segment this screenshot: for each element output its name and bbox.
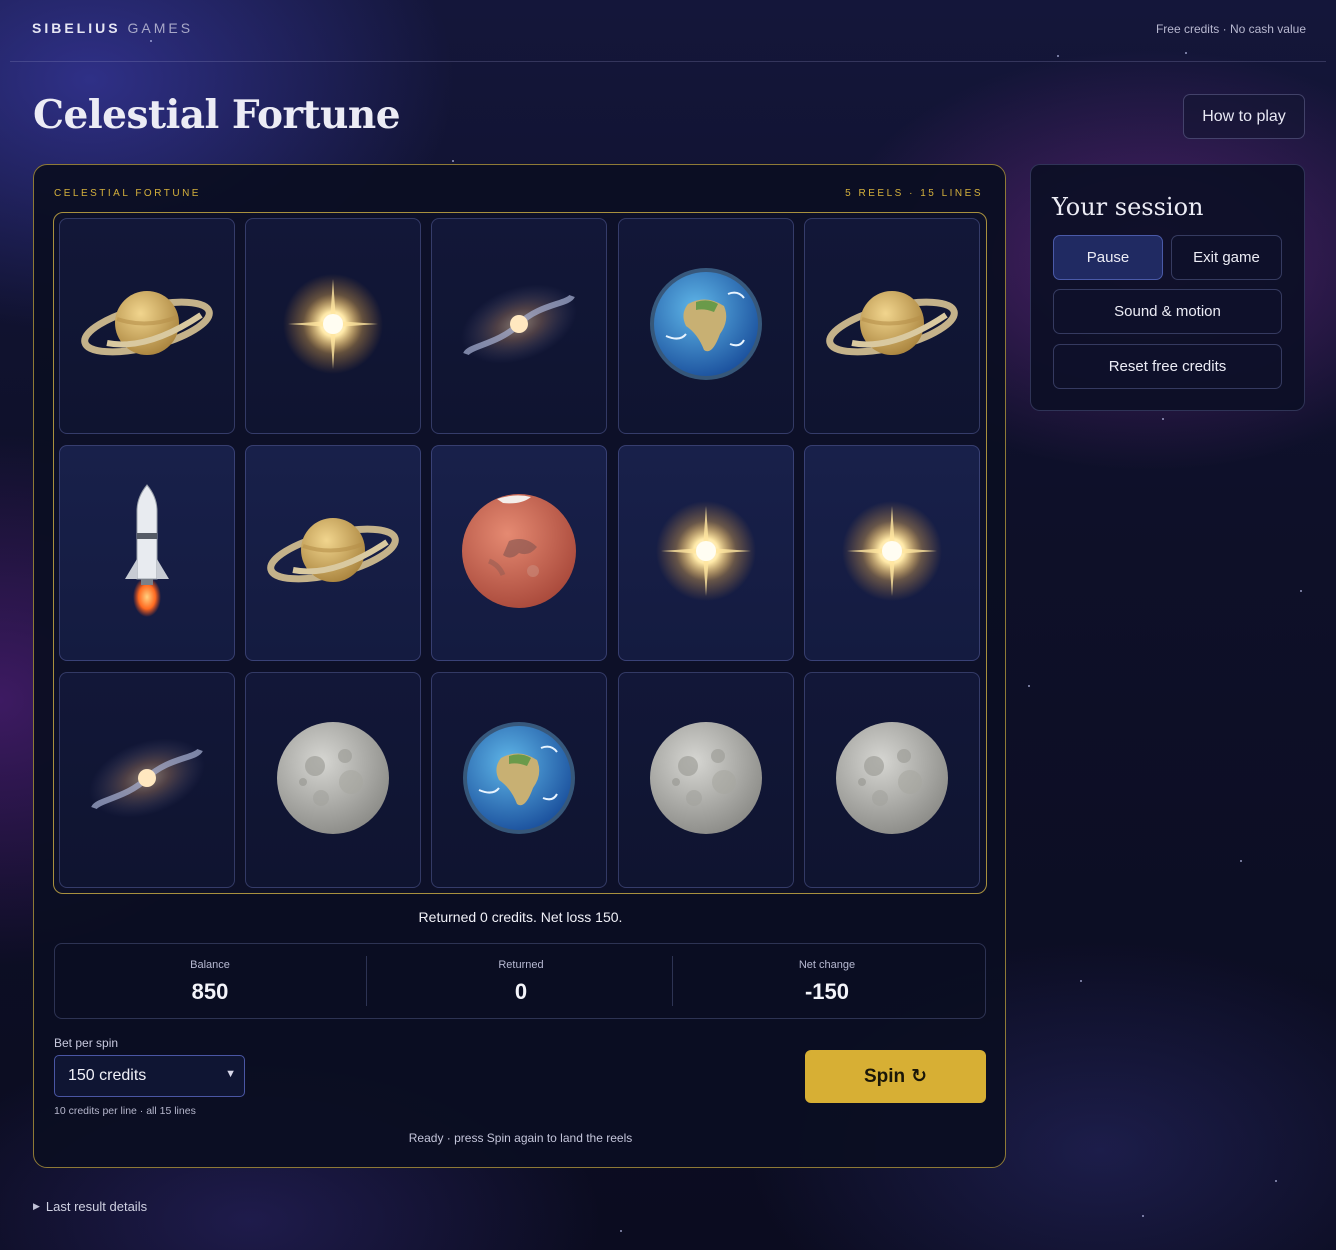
reel-cell (245, 445, 421, 661)
exit-game-button[interactable]: Exit game (1171, 235, 1282, 280)
earth-icon (646, 264, 766, 389)
earth-icon (459, 718, 579, 843)
reel-cell (804, 672, 980, 888)
chevron-down-icon: ▼ (225, 1068, 236, 1080)
stat-label: Returned (498, 959, 544, 971)
bet-selected-value: 150 credits (68, 1067, 147, 1084)
stat-value: 850 (191, 979, 229, 1004)
reel-cell (804, 218, 980, 434)
reel-cell (431, 445, 607, 661)
brand-logo: SIBELIUS GAMES (32, 20, 193, 36)
spin-button[interactable]: Spin ↻ (805, 1050, 986, 1103)
galaxy-icon (82, 728, 212, 833)
reel-cell (618, 218, 794, 434)
reset-credits-button[interactable]: Reset free credits (1053, 344, 1282, 389)
session-panel: Your session Pause Exit game Sound & mot… (1030, 164, 1305, 411)
disclosure-triangle-icon: ▶ (33, 1201, 40, 1211)
galaxy-icon (454, 274, 584, 379)
stat-label: Net change (798, 959, 856, 971)
session-title: Your session (1052, 193, 1204, 221)
stat-balance: Balance 850 (55, 944, 365, 1020)
saturn-icon (263, 506, 403, 601)
reel-cell (245, 672, 421, 888)
machine-config: 5 REELS · 15 LINES (845, 188, 983, 199)
stats-panel: Balance 850 Returned 0 Net change -150 (54, 943, 986, 1019)
status-message: Ready · press Spin again to land the ree… (408, 1131, 633, 1145)
bet-select[interactable]: 150 credits ▼ (54, 1055, 245, 1097)
star-icon (651, 496, 761, 611)
machine-name: CELESTIAL FORTUNE (54, 188, 201, 199)
reel-cell (431, 218, 607, 434)
star-icon (837, 496, 947, 611)
result-message: Returned 0 credits. Net loss 150. (418, 909, 623, 925)
slot-machine: CELESTIAL FORTUNE 5 REELS · 15 LINES Ret… (33, 164, 1006, 1168)
sound-motion-button[interactable]: Sound & motion (1053, 289, 1282, 334)
reel-cell (804, 445, 980, 661)
pause-button[interactable]: Pause (1053, 235, 1163, 280)
reel-cell (431, 672, 607, 888)
free-credits-note: Free credits · No cash value (1155, 22, 1306, 36)
reel-cell (59, 672, 235, 888)
spin-label: Spin (863, 1065, 906, 1087)
reel-cell (618, 672, 794, 888)
brand-secondary: GAMES (127, 20, 194, 36)
page-title: Celestial Fortune (33, 92, 401, 138)
bet-note: 10 credits per line · all 15 lines (54, 1105, 196, 1117)
stat-value: 0 (514, 979, 528, 1004)
brand-primary: SIBELIUS (32, 20, 121, 36)
saturn-icon (77, 279, 217, 374)
reel-cell (618, 445, 794, 661)
top-bar: SIBELIUS GAMES Free credits · No cash va… (10, 0, 1326, 62)
reel-cell (245, 218, 421, 434)
stat-value: -150 (804, 979, 850, 1004)
last-result-details-toggle[interactable]: ▶ Last result details (33, 1199, 147, 1214)
stat-label: Balance (190, 959, 230, 971)
reel-cell (59, 218, 235, 434)
how-to-play-button[interactable]: How to play (1183, 94, 1305, 139)
details-label: Last result details (45, 1199, 148, 1214)
moon-icon (275, 720, 391, 841)
mars-icon (459, 491, 579, 616)
reel-cell (59, 445, 235, 661)
refresh-icon: ↻ (911, 1066, 928, 1087)
moon-icon (648, 720, 764, 841)
stat-returned: Returned 0 (366, 944, 676, 1020)
star-icon (278, 269, 388, 384)
stat-net-change: Net change -150 (672, 944, 982, 1020)
saturn-icon (822, 279, 962, 374)
reel-grid (53, 212, 987, 894)
rocket-icon (117, 481, 177, 626)
bet-label: Bet per spin (54, 1036, 119, 1050)
moon-icon (834, 720, 950, 841)
